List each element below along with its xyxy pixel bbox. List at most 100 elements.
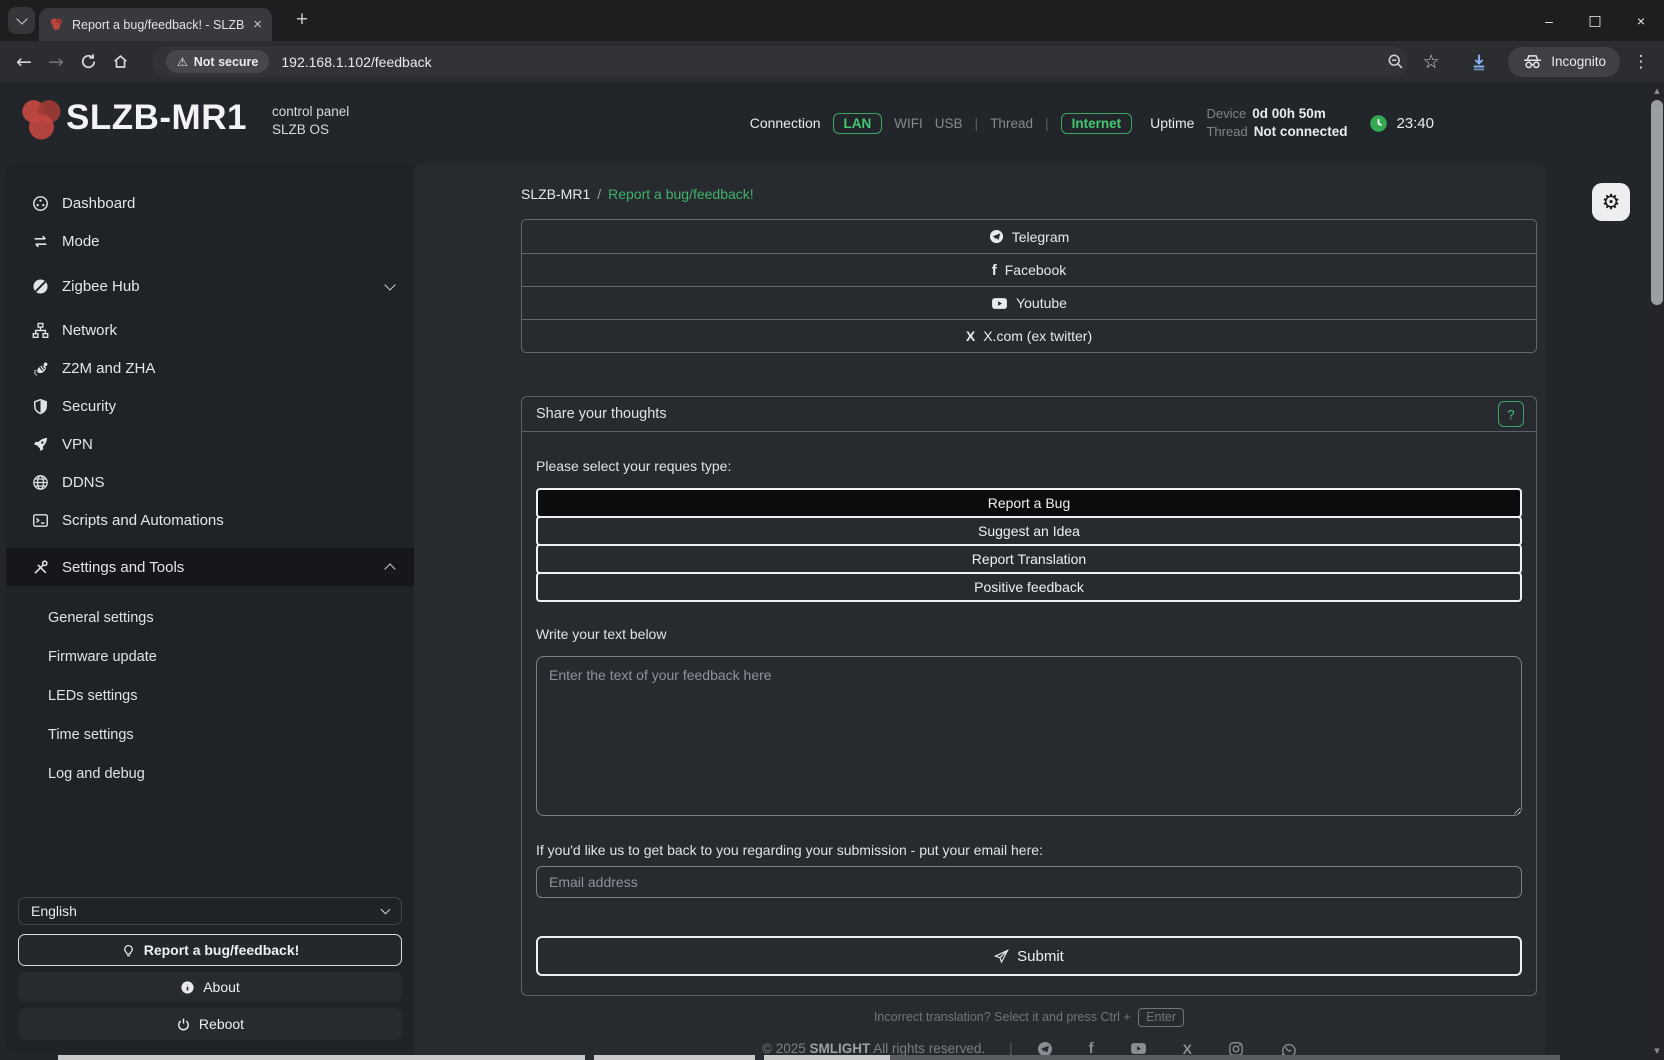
sidebar-item-ddns[interactable]: DDNS [6,463,414,501]
favicon-logo-icon [49,17,64,32]
reboot-button[interactable]: Reboot [18,1008,402,1040]
feedback-textarea[interactable] [536,656,1522,816]
device-uptime-value: 0d 00h 50m [1252,106,1326,121]
info-icon [180,980,195,995]
download-button[interactable] [1464,47,1494,77]
youtube-icon[interactable] [1130,1042,1147,1055]
chevron-down-icon [384,279,395,290]
type-positive-feedback-button[interactable]: Positive feedback [536,572,1522,602]
app-subtitle-line1: control panel [272,103,349,121]
language-value: English [31,903,77,919]
sidebar-item-z2m-zha[interactable]: Z2M and ZHA [6,349,414,387]
sidebar-item-vpn[interactable]: VPN [6,425,414,463]
sidebar-item-mode[interactable]: Mode [6,222,414,260]
copyright-brand: SMLIGHT [810,1041,871,1056]
sidebar-item-dashboard[interactable]: Dashboard [6,184,414,222]
not-secure-label: Not secure [194,55,259,69]
tools-icon [32,559,49,576]
new-tab-button[interactable]: + [288,6,316,34]
sidebar-subitem-label: Firmware update [48,649,157,665]
usb-label: USB [935,116,963,131]
zoom-button[interactable] [1380,47,1410,77]
back-button[interactable]: ← [8,46,40,78]
sidebar-item-label: Settings and Tools [62,559,373,576]
maximize-button[interactable]: □ [1572,0,1618,41]
email-input[interactable] [536,866,1522,898]
zigbee-icon [32,278,49,295]
minimize-button[interactable]: – [1526,0,1572,41]
address-bar[interactable]: ⚠ Not secure 192.168.1.102/feedback [152,46,1408,77]
breadcrumb: SLZB-MR1 / Report a bug/feedback! [521,186,1537,202]
reload-icon [80,53,97,70]
feedback-panel: Share your thoughts ? Please select your… [521,396,1537,996]
youtube-link[interactable]: Youtube [522,286,1536,319]
help-button[interactable]: ? [1498,401,1524,427]
app-subtitle: control panel SLZB OS [272,103,349,139]
submit-button[interactable]: Submit [536,936,1522,976]
terminal-icon [32,512,49,529]
feedback-panel-header: Share your thoughts ? [522,397,1536,432]
sidebar-item-label: Zigbee Hub [62,278,373,295]
thread-label: Thread [990,116,1033,131]
sidebar-item-network[interactable]: Network [6,311,414,349]
taskbar-edge [594,1055,755,1060]
main-panel: SLZB-MR1 / Report a bug/feedback! Telegr… [414,164,1545,1060]
send-plane-icon [994,949,1009,964]
close-window-button[interactable]: × [1618,0,1664,41]
sidebar-item-settings-tools[interactable]: Settings and Tools [6,548,414,586]
footer-divider: | [1009,1041,1013,1056]
scrollbar-thumb[interactable] [1651,100,1663,305]
sidebar-item-label: Z2M and ZHA [62,360,394,377]
settings-gear-button[interactable]: ⚙ [1592,183,1630,221]
telegram-link[interactable]: Telegram [522,220,1536,253]
about-button[interactable]: About [18,972,402,1002]
sidebar-subitem-firmware-update[interactable]: Firmware update [6,637,414,676]
sidebar-item-scripts-automations[interactable]: Scripts and Automations [6,501,414,539]
sidebar-item-security[interactable]: Security [6,387,414,425]
sidebar-subitem-log-debug[interactable]: Log and debug [6,754,414,793]
sidebar-item-label: DDNS [62,474,394,491]
incognito-badge[interactable]: Incognito [1508,47,1620,77]
lightbulb-icon [121,943,136,958]
globe-icon [32,474,49,491]
chevron-down-icon [16,13,27,24]
request-type-label: Please select your reques type: [536,458,1522,474]
type-report-translation-button[interactable]: Report Translation [536,544,1522,574]
screen: Report a bug/feedback! - SLZB- × + – □ ×… [0,0,1664,1060]
enter-keycap: Enter [1138,1008,1184,1027]
telegram-icon [989,229,1004,244]
facebook-icon: f [992,262,997,279]
download-icon [1470,53,1488,71]
menu-dots-button[interactable]: ⋮ [1626,47,1656,77]
sidebar-item-label: Mode [62,233,394,250]
reload-button[interactable] [72,46,104,78]
home-button[interactable] [104,46,136,78]
scroll-down-arrow[interactable]: ▼ [1650,1047,1664,1055]
connection-label: Connection [750,115,821,131]
type-report-bug-button[interactable]: Report a Bug [536,488,1522,518]
chevron-up-icon [384,563,395,574]
sidebar-subitem-general-settings[interactable]: General settings [6,598,414,637]
bookmark-star-icon[interactable]: ☆ [1416,47,1446,77]
not-secure-chip[interactable]: ⚠ Not secure [166,50,269,73]
language-select[interactable]: English [18,897,402,925]
sidebar-item-label: Scripts and Automations [62,512,394,529]
taskbar-edge [58,1055,585,1060]
forward-button[interactable]: → [40,46,72,78]
uptime-values: Device0d 00h 50m ThreadNot connected [1206,105,1347,141]
page-scrollbar[interactable]: ▲ ▼ [1650,82,1664,1060]
type-suggest-idea-button[interactable]: Suggest an Idea [536,516,1522,546]
breadcrumb-root[interactable]: SLZB-MR1 [521,186,590,202]
x-link[interactable]: X X.com (ex twitter) [522,319,1536,352]
report-bug-button[interactable]: Report a bug/feedback! [18,934,402,966]
tab-search-button[interactable] [8,7,35,34]
home-icon [112,53,129,70]
sidebar-item-zigbee-hub[interactable]: Zigbee Hub [6,267,414,305]
tab-close-icon[interactable]: × [253,17,262,32]
sidebar-subitem-time-settings[interactable]: Time settings [6,715,414,754]
scroll-up-arrow[interactable]: ▲ [1650,87,1664,95]
sidebar-subitem-leds-settings[interactable]: LEDs settings [6,676,414,715]
copyright-suffix: All rights reserved. [873,1041,985,1056]
facebook-link[interactable]: f Facebook [522,253,1536,286]
browser-tab[interactable]: Report a bug/feedback! - SLZB- × [39,8,272,41]
